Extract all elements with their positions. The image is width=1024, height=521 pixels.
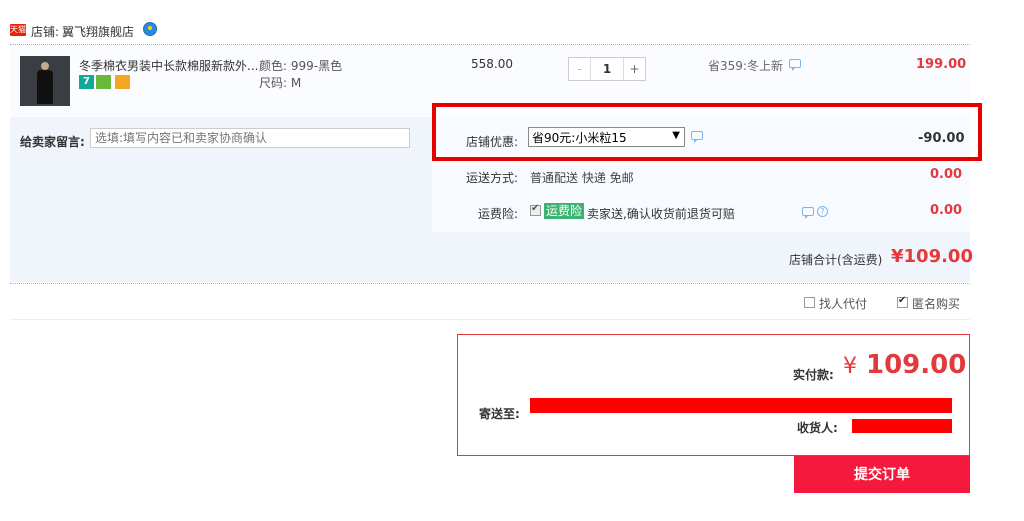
shipping-method-label: 运送方式:	[466, 171, 519, 185]
shop-name-link[interactable]: 翼飞翔旗舰店	[62, 23, 134, 40]
shipping-insurance-text: 卖家送,确认收货前退货可赔	[587, 207, 735, 221]
shop-total-label: 店铺合计(含运费)	[789, 253, 883, 267]
item-subtotal: 199.00	[916, 57, 967, 72]
shipping-amount: 0.00	[930, 167, 963, 182]
anonymous-purchase-label[interactable]: 匿名购买	[912, 295, 960, 312]
quantity-decrease-button[interactable]: -	[569, 58, 591, 80]
divider	[10, 283, 970, 284]
wangwang-chat-icon[interactable]	[143, 22, 157, 36]
help-icon[interactable]: ?	[817, 206, 828, 217]
credit-card-icon[interactable]	[115, 75, 130, 89]
insurance-comment-icon[interactable]	[802, 207, 814, 219]
quantity-stepper: - 1 +	[568, 57, 646, 81]
redacted-receiver	[852, 419, 952, 433]
seller-message-label: 给卖家留言:	[20, 135, 85, 149]
unit-price: 558.00	[471, 57, 513, 71]
redacted-address	[530, 398, 952, 413]
proxy-pay-checkbox[interactable]	[804, 297, 815, 308]
anonymous-purchase-checkbox[interactable]	[897, 295, 908, 308]
divider	[10, 319, 970, 320]
promotion-comment-icon[interactable]	[789, 59, 801, 71]
actual-payment-label: 实付款:	[793, 368, 834, 382]
item-thumbnail[interactable]	[20, 56, 70, 106]
quantity-input[interactable]: 1	[591, 58, 623, 80]
shipping-method-value: 普通配送 快递 免邮	[530, 171, 634, 185]
ship-to-label: 寄送至:	[479, 407, 520, 421]
seven-day-return-icon[interactable]: 7	[79, 75, 94, 89]
item-title-link[interactable]: 冬季棉衣男装中长款棉服新款外...	[79, 57, 257, 74]
receiver-label: 收货人:	[797, 421, 838, 435]
shipping-insurance-label: 运费险:	[478, 207, 519, 221]
sku-size: 尺码: M	[259, 76, 302, 90]
shop-total-area	[432, 232, 970, 282]
shipping-insurance-badge: 运费险	[544, 203, 585, 219]
proxy-pay-label[interactable]: 找人代付	[819, 295, 867, 312]
quantity-increase-button[interactable]: +	[623, 58, 645, 80]
actual-payment-amount: 109.00	[866, 350, 967, 380]
currency-symbol: ¥	[843, 354, 857, 379]
shop-total-amount: ¥109.00	[891, 246, 973, 267]
promotion-text: 省359:冬上新	[708, 59, 783, 73]
sku-color: 颜色: 999-黑色	[259, 59, 343, 73]
tmall-badge: 天猫	[10, 24, 26, 36]
seller-message-input[interactable]	[90, 128, 410, 148]
guarantee-icon[interactable]	[96, 75, 111, 89]
highlight-annotation-box	[432, 103, 982, 161]
thumbnail-figure-coat	[37, 70, 53, 104]
submit-order-button[interactable]: 提交订单	[794, 456, 970, 493]
thumbnail-figure-head	[41, 62, 49, 70]
shipping-insurance-checkbox[interactable]	[530, 203, 541, 216]
shop-label: 店铺:	[31, 25, 60, 39]
insurance-amount: 0.00	[930, 203, 963, 218]
